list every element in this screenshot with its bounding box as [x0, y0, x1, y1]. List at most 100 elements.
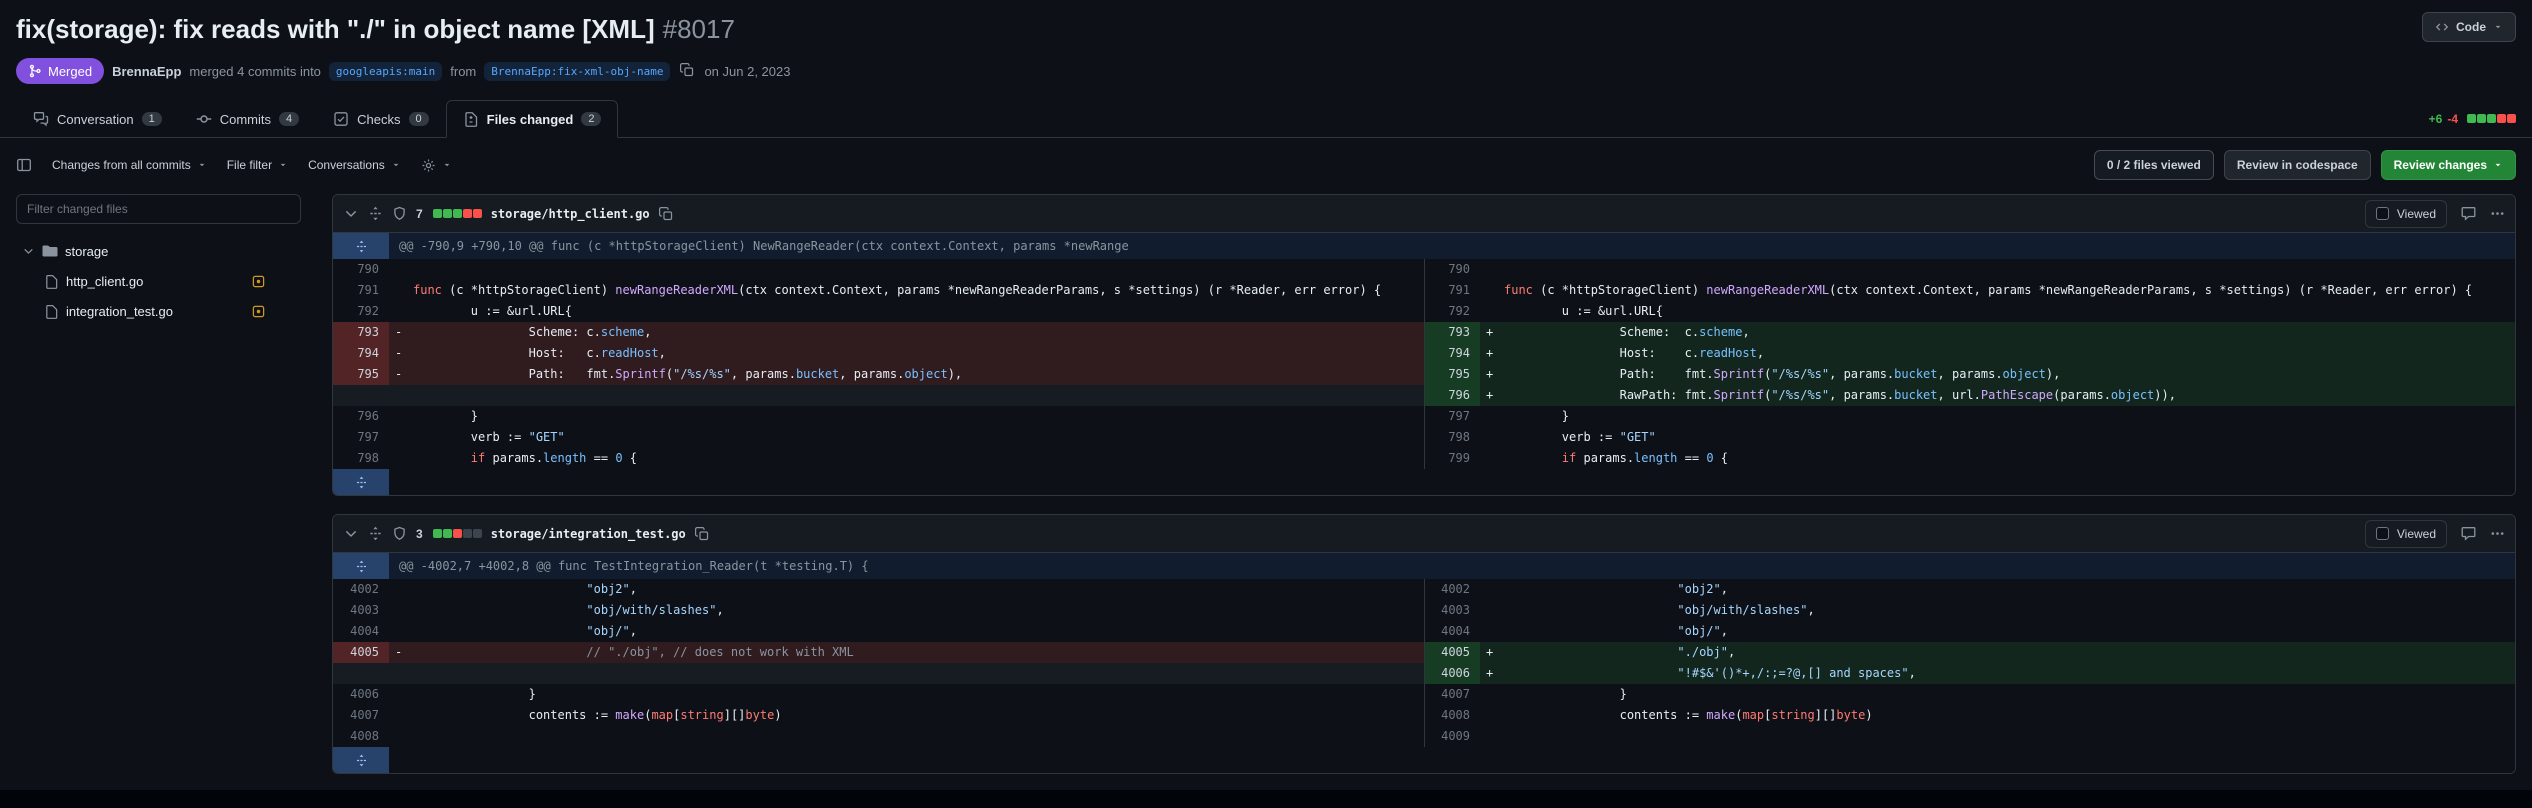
line-number[interactable]: 4006: [333, 684, 389, 705]
expand-up-button[interactable]: [333, 553, 389, 579]
sidebar-toggle-icon[interactable]: [16, 157, 32, 173]
file-path[interactable]: storage/integration_test.go: [491, 527, 686, 541]
viewed-checkbox[interactable]: [2375, 527, 2389, 540]
code-line[interactable]: + RawPath: fmt.Sprintf("/%s/%s", params.…: [1480, 385, 2515, 406]
code-line[interactable]: }: [1480, 684, 2515, 705]
expand-all-button[interactable]: [368, 526, 383, 541]
code-line[interactable]: }: [389, 684, 1424, 705]
line-number[interactable]: 4005: [1424, 642, 1480, 663]
tree-file-integration_test.go[interactable]: integration_test.go: [16, 296, 271, 326]
tab-commits[interactable]: Commits 4: [179, 100, 316, 138]
code-line[interactable]: [389, 663, 1424, 684]
code-line[interactable]: [1480, 726, 2515, 747]
review-in-codespace-button[interactable]: Review in codespace: [2223, 150, 2371, 180]
viewed-toggle-button[interactable]: Viewed: [2364, 199, 2447, 228]
comment-icon[interactable]: [2461, 526, 2476, 541]
expand-down-button[interactable]: [333, 747, 389, 773]
code-line[interactable]: "obj/",: [1480, 621, 2515, 642]
code-line[interactable]: [389, 385, 1424, 406]
line-number[interactable]: 4005: [333, 642, 389, 663]
tab-conversation[interactable]: Conversation 1: [16, 100, 179, 138]
line-number[interactable]: 4009: [1424, 726, 1480, 747]
code-line[interactable]: + Scheme: c.scheme,: [1480, 322, 2515, 343]
review-changes-button[interactable]: Review changes: [2380, 150, 2516, 180]
code-line[interactable]: - // "./obj", // does not work with XML: [389, 642, 1424, 663]
code-line[interactable]: "obj/with/slashes",: [1480, 600, 2515, 621]
line-number[interactable]: 798: [333, 448, 389, 469]
code-line[interactable]: - Scheme: c.scheme,: [389, 322, 1424, 343]
tree-folder-storage[interactable]: storage: [16, 236, 271, 266]
line-number[interactable]: [333, 663, 389, 684]
code-line[interactable]: }: [1480, 406, 2515, 427]
line-number[interactable]: 797: [1424, 406, 1480, 427]
code-line[interactable]: u := &url.URL{: [1480, 301, 2515, 322]
author-link[interactable]: BrennaEpp: [112, 64, 181, 79]
code-line[interactable]: + Host: c.readHost,: [1480, 343, 2515, 364]
conversations-dropdown[interactable]: Conversations: [308, 158, 401, 172]
code-line[interactable]: u := &url.URL{: [389, 301, 1424, 322]
line-number[interactable]: 792: [333, 301, 389, 322]
line-number[interactable]: 4007: [333, 705, 389, 726]
code-line[interactable]: verb := "GET": [389, 427, 1424, 448]
tab-checks[interactable]: Checks 0: [316, 100, 445, 138]
line-number[interactable]: 4003: [1424, 600, 1480, 621]
code-line[interactable]: "obj/",: [389, 621, 1424, 642]
line-number[interactable]: 796: [333, 406, 389, 427]
head-branch-label[interactable]: BrennaEpp:fix-xml-obj-name: [484, 61, 671, 81]
tab-files-changed[interactable]: Files changed 2: [445, 100, 619, 138]
code-line[interactable]: if params.length == 0 {: [1480, 448, 2515, 469]
code-line[interactable]: + "!#$&'()*+,/:;=?@,[] and spaces",: [1480, 663, 2515, 684]
code-line[interactable]: [389, 259, 1424, 280]
line-number[interactable]: 795: [333, 364, 389, 385]
code-line[interactable]: "obj2",: [389, 579, 1424, 600]
diff-settings-dropdown[interactable]: [421, 158, 452, 173]
line-number[interactable]: [333, 385, 389, 406]
line-number[interactable]: 4004: [1424, 621, 1480, 642]
base-branch-label[interactable]: googleapis:main: [328, 61, 443, 81]
expand-down-button[interactable]: [333, 469, 389, 495]
tree-file-http_client.go[interactable]: http_client.go: [16, 266, 271, 296]
code-line[interactable]: contents := make(map[string][]byte): [1480, 705, 2515, 726]
line-number[interactable]: 4006: [1424, 663, 1480, 684]
expand-up-button[interactable]: [333, 233, 389, 259]
code-line[interactable]: - Path: fmt.Sprintf("/%s/%s", params.buc…: [389, 364, 1424, 385]
code-line[interactable]: contents := make(map[string][]byte): [389, 705, 1424, 726]
code-line[interactable]: [389, 726, 1424, 747]
code-line[interactable]: "obj/with/slashes",: [389, 600, 1424, 621]
line-number[interactable]: 796: [1424, 385, 1480, 406]
line-number[interactable]: 798: [1424, 427, 1480, 448]
code-line[interactable]: + "./obj",: [1480, 642, 2515, 663]
collapse-file-button[interactable]: [343, 526, 359, 542]
code-line[interactable]: verb := "GET": [1480, 427, 2515, 448]
expand-all-button[interactable]: [368, 206, 383, 221]
code-line[interactable]: "obj2",: [1480, 579, 2515, 600]
kebab-menu-button[interactable]: [2490, 526, 2505, 541]
line-number[interactable]: 4004: [333, 621, 389, 642]
line-number[interactable]: 794: [1424, 343, 1480, 364]
code-line[interactable]: + Path: fmt.Sprintf("/%s/%s", params.buc…: [1480, 364, 2515, 385]
file-filter-dropdown[interactable]: File filter: [227, 158, 288, 172]
line-number[interactable]: 797: [333, 427, 389, 448]
file-path[interactable]: storage/http_client.go: [491, 207, 650, 221]
line-number[interactable]: 4007: [1424, 684, 1480, 705]
code-line[interactable]: }: [389, 406, 1424, 427]
viewed-toggle-button[interactable]: Viewed: [2364, 519, 2447, 548]
line-number[interactable]: 795: [1424, 364, 1480, 385]
line-number[interactable]: 4002: [333, 579, 389, 600]
line-number[interactable]: 4003: [333, 600, 389, 621]
code-line[interactable]: func (c *httpStorageClient) newRangeRead…: [389, 280, 1424, 301]
line-number[interactable]: 4008: [333, 726, 389, 747]
line-number[interactable]: 791: [1424, 280, 1480, 301]
viewed-checkbox[interactable]: [2375, 207, 2389, 220]
line-number[interactable]: 793: [1424, 322, 1480, 343]
file-filter-input[interactable]: [16, 194, 301, 224]
copy-branch-button[interactable]: [678, 62, 696, 80]
kebab-menu-button[interactable]: [2490, 206, 2505, 221]
copy-path-button[interactable]: [694, 526, 709, 541]
code-button[interactable]: Code: [2422, 12, 2516, 42]
comment-icon[interactable]: [2461, 206, 2476, 221]
copy-path-button[interactable]: [658, 206, 673, 221]
collapse-file-button[interactable]: [343, 206, 359, 222]
code-line[interactable]: - Host: c.readHost,: [389, 343, 1424, 364]
line-number[interactable]: 790: [333, 259, 389, 280]
